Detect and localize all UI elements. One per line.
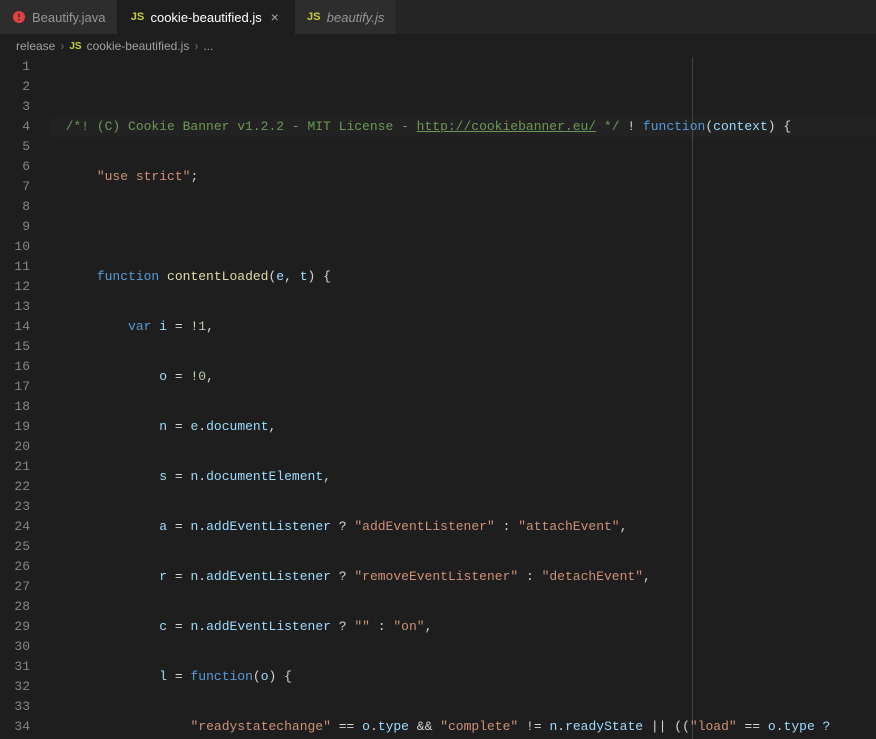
line-number: 29 [0, 617, 50, 637]
code-line[interactable]: function contentLoaded(e, t) { [50, 267, 876, 287]
line-number: 17 [0, 377, 50, 397]
code-line[interactable]: r = n.addEventListener ? "removeEventLis… [50, 567, 876, 587]
line-number: 2 [0, 77, 50, 97]
line-number: 18 [0, 397, 50, 417]
line-number: 7 [0, 177, 50, 197]
breadcrumb[interactable]: release › JS cookie-beautified.js › ... [0, 35, 876, 57]
line-number: 10 [0, 237, 50, 257]
line-number: 20 [0, 437, 50, 457]
breadcrumb-item[interactable]: ... [203, 39, 213, 53]
error-icon [12, 10, 26, 24]
line-number: 4 [0, 117, 50, 137]
breadcrumb-item[interactable]: cookie-beautified.js [87, 39, 190, 53]
code-line[interactable]: o = !0, [50, 367, 876, 387]
line-number: 6 [0, 157, 50, 177]
line-number: 33 [0, 697, 50, 717]
chevron-right-icon: › [194, 39, 198, 53]
tab-beautify-js[interactable]: JS beautify.js [295, 0, 398, 34]
line-number: 19 [0, 417, 50, 437]
line-number: 34 [0, 717, 50, 737]
tab-label: beautify.js [327, 10, 385, 25]
code-line[interactable]: var i = !1, [50, 317, 876, 337]
line-number: 28 [0, 597, 50, 617]
line-number: 21 [0, 457, 50, 477]
line-number: 23 [0, 497, 50, 517]
line-number: 8 [0, 197, 50, 217]
line-number: 12 [0, 277, 50, 297]
tab-label: cookie-beautified.js [150, 10, 261, 25]
tab-label: Beautify.java [32, 10, 105, 25]
line-number: 15 [0, 337, 50, 357]
tab-cookie-beautified[interactable]: JS cookie-beautified.js × [118, 0, 294, 34]
code-line[interactable]: l = function(o) { [50, 667, 876, 687]
breadcrumb-item[interactable]: release [16, 39, 55, 53]
line-number: 5 [0, 137, 50, 157]
line-number: 14 [0, 317, 50, 337]
js-icon: JS [69, 41, 81, 52]
code-line[interactable]: "use strict"; [50, 167, 876, 187]
close-icon[interactable]: × [268, 10, 282, 24]
code-editor[interactable]: 1 2 3 4 5 6 7 8 9 10 11 12 13 14 15 16 1… [0, 57, 876, 739]
line-number: 31 [0, 657, 50, 677]
chevron-right-icon: › [60, 39, 64, 53]
line-number: 13 [0, 297, 50, 317]
line-number: 11 [0, 257, 50, 277]
code-line[interactable]: a = n.addEventListener ? "addEventListen… [50, 517, 876, 537]
code-line[interactable]: c = n.addEventListener ? "" : "on", [50, 617, 876, 637]
line-number: 3 [0, 97, 50, 117]
line-number: 1 [0, 57, 50, 77]
line-number: 9 [0, 217, 50, 237]
tab-beautify-java[interactable]: Beautify.java [0, 0, 118, 34]
code-line[interactable]: n = e.document, [50, 417, 876, 437]
code-line[interactable]: /*! (C) Cookie Banner v1.2.2 - MIT Licen… [50, 117, 876, 137]
line-number: 26 [0, 557, 50, 577]
line-number-gutter: 1 2 3 4 5 6 7 8 9 10 11 12 13 14 15 16 1… [0, 57, 50, 739]
code-line[interactable]: "readystatechange" == o.type && "complet… [50, 717, 876, 737]
code-content[interactable]: /*! (C) Cookie Banner v1.2.2 - MIT Licen… [50, 57, 876, 739]
line-number: 24 [0, 517, 50, 537]
code-line[interactable] [50, 217, 876, 237]
line-number: 22 [0, 477, 50, 497]
line-number: 25 [0, 537, 50, 557]
line-number: 27 [0, 577, 50, 597]
line-number: 32 [0, 677, 50, 697]
js-icon: JS [130, 10, 144, 24]
js-icon: JS [307, 10, 321, 24]
line-number: 16 [0, 357, 50, 377]
code-line[interactable]: s = n.documentElement, [50, 467, 876, 487]
editor-tabs: Beautify.java JS cookie-beautified.js × … [0, 0, 876, 35]
line-number: 30 [0, 637, 50, 657]
